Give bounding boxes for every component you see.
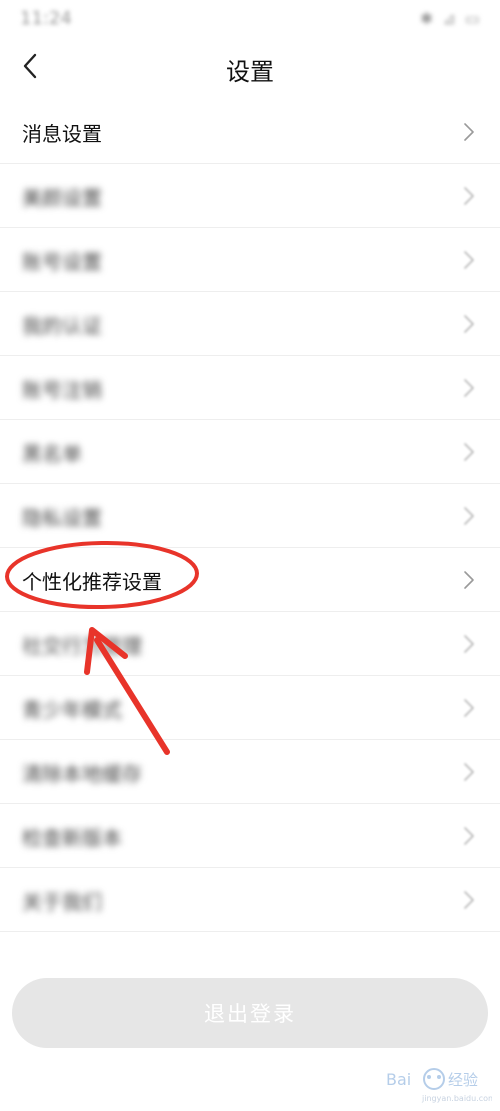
svg-text:jingyan.baidu.com: jingyan.baidu.com	[421, 1094, 492, 1103]
settings-item[interactable]: 隐私设置	[0, 484, 500, 548]
status-bar: 11:24 ✱ ⊿ ▭	[0, 0, 500, 36]
chevron-right-icon	[464, 123, 474, 141]
settings-item[interactable]: 黑名单	[0, 420, 500, 484]
logout-label: 退出登录	[204, 1002, 296, 1026]
settings-screen: 11:24 ✱ ⊿ ▭ 设置 消息设置美颜设置账号设置我的认证账号注销黑名单隐私…	[0, 0, 500, 1111]
settings-item-label: 青少年模式	[22, 697, 122, 722]
chevron-right-icon	[464, 379, 474, 397]
settings-item-label: 账号设置	[22, 249, 102, 274]
settings-item[interactable]: 社交行为管理	[0, 612, 500, 676]
settings-list: 消息设置美颜设置账号设置我的认证账号注销黑名单隐私设置个性化推荐设置 社交行为管理…	[0, 100, 500, 932]
settings-item-label: 消息设置	[22, 121, 102, 146]
baidu-jingyan-watermark: Bai 经验 jingyan.baidu.com	[386, 1068, 492, 1103]
page-title: 设置	[226, 58, 274, 86]
settings-item-label: 隐私设置	[22, 505, 102, 530]
settings-item-label: 个性化推荐设置	[22, 569, 162, 594]
chevron-right-icon	[464, 315, 474, 333]
settings-item[interactable]: 消息设置	[0, 100, 500, 164]
settings-item-label: 检查新版本	[22, 825, 122, 850]
status-time: 11:24	[20, 8, 72, 29]
settings-item[interactable]: 清除本地缓存	[0, 740, 500, 804]
chevron-right-icon	[464, 635, 474, 653]
logout-button[interactable]: 退出登录	[12, 978, 488, 1048]
chevron-right-icon	[464, 699, 474, 717]
chevron-right-icon	[464, 187, 474, 205]
settings-item[interactable]: 青少年模式	[0, 676, 500, 740]
chevron-right-icon	[464, 507, 474, 525]
settings-item[interactable]: 账号设置	[0, 228, 500, 292]
chevron-right-icon	[464, 571, 474, 589]
settings-item-label: 黑名单	[22, 441, 82, 466]
settings-item-label: 美颜设置	[22, 185, 102, 210]
chevron-right-icon	[464, 251, 474, 269]
settings-item[interactable]: 检查新版本	[0, 804, 500, 868]
svg-text:Bai: Bai	[386, 1070, 411, 1089]
header: 设置	[0, 36, 500, 98]
chevron-right-icon	[464, 763, 474, 781]
chevron-right-icon	[464, 891, 474, 909]
settings-item[interactable]: 美颜设置	[0, 164, 500, 228]
settings-item-label: 账号注销	[22, 377, 102, 402]
settings-item[interactable]: 个性化推荐设置	[0, 548, 500, 612]
divider	[0, 931, 500, 932]
svg-text:经验: 经验	[448, 1071, 478, 1089]
settings-item-label: 我的认证	[22, 313, 102, 338]
chevron-right-icon	[464, 827, 474, 845]
settings-item[interactable]: 账号注销	[0, 356, 500, 420]
settings-item-label: 关于我们	[22, 889, 102, 914]
chevron-right-icon	[464, 443, 474, 461]
settings-item-label: 清除本地缓存	[22, 761, 142, 786]
status-icons: ✱ ⊿ ▭	[419, 9, 482, 28]
settings-item-label: 社交行为管理	[22, 633, 142, 658]
settings-item[interactable]: 我的认证	[0, 292, 500, 356]
settings-item[interactable]: 关于我们	[0, 868, 500, 932]
